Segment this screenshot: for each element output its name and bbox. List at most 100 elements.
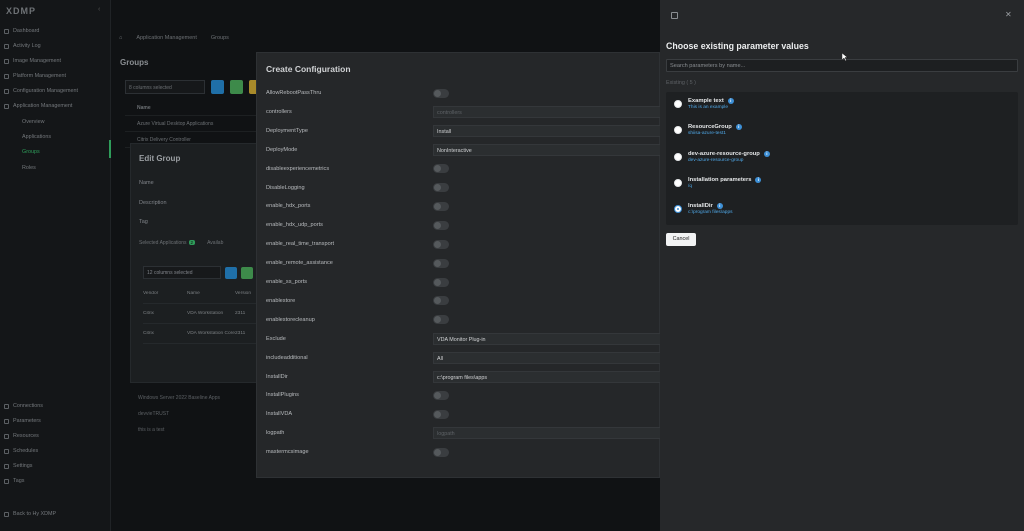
- option-name-label: dev-azure-resource-group: [688, 151, 760, 157]
- config-toggle[interactable]: [433, 390, 449, 400]
- nav-connections[interactable]: Connections: [4, 401, 43, 411]
- config-field-label: enable_hdx_ports: [266, 203, 311, 210]
- radio-button[interactable]: [674, 100, 682, 108]
- resources-icon: [4, 433, 9, 439]
- config-input[interactable]: c:\program files\apps: [433, 370, 661, 383]
- config-field-row: enablestorecleanup: [266, 314, 661, 326]
- nav-resources[interactable]: Resources: [4, 431, 39, 441]
- parameter-option[interactable]: Installation parameters i/q: [674, 177, 762, 193]
- radio-button[interactable]: [674, 179, 682, 187]
- parameter-option[interactable]: ResourceGroup i shiisa-azure-test1: [674, 124, 742, 140]
- column-header[interactable]: Vendor: [143, 291, 187, 296]
- nav-settings[interactable]: Settings: [4, 461, 32, 471]
- table-row[interactable]: Citrix VDA Workstation Core 2311: [143, 324, 257, 344]
- nav-label: Configuration Management: [13, 88, 79, 94]
- option-text: InstallDir i c:\program files\apps: [688, 203, 733, 215]
- option-name: ResourceGroup i: [688, 124, 742, 130]
- config-input[interactable]: VDA Monitor Plug-in: [433, 332, 661, 345]
- config-input[interactable]: All: [433, 351, 661, 364]
- refresh-button[interactable]: [211, 80, 224, 94]
- collapse-sidebar-icon[interactable]: ‹: [98, 6, 100, 13]
- config-input[interactable]: logpath: [433, 427, 661, 440]
- nav-application-management[interactable]: Application Management: [4, 101, 72, 111]
- radio-button[interactable]: [674, 126, 682, 134]
- config-input[interactable]: Install: [433, 124, 661, 137]
- config-input[interactable]: NonInteractive: [433, 143, 661, 156]
- nav-image-management[interactable]: Image Management: [4, 56, 61, 66]
- cancel-button[interactable]: Cancel: [666, 233, 696, 246]
- config-toggle[interactable]: [433, 88, 449, 98]
- nav-activity-log[interactable]: Activity Log: [4, 41, 41, 51]
- nav-tags[interactable]: Tags: [4, 476, 24, 486]
- nav-label: Image Management: [13, 58, 61, 64]
- nav-roles[interactable]: Roles: [22, 163, 36, 173]
- config-toggle[interactable]: [433, 409, 449, 419]
- tab-selected-applications[interactable]: Selected Applications 2: [139, 240, 196, 246]
- nav-parameters[interactable]: Parameters: [4, 416, 41, 426]
- breadcrumb-groups[interactable]: Groups: [211, 35, 229, 41]
- nav-overview[interactable]: Overview: [22, 117, 44, 127]
- nav-applications[interactable]: Applications: [22, 132, 51, 142]
- config-input[interactable]: controllers: [433, 105, 661, 118]
- config-toggle[interactable]: [433, 258, 449, 268]
- table-row[interactable]: Citrix VDA Workstation 2311: [143, 304, 257, 324]
- config-toggle[interactable]: [433, 239, 449, 249]
- nav-platform-management[interactable]: Platform Management: [4, 71, 66, 81]
- columns-select[interactable]: 8 columns selected: [125, 80, 205, 94]
- config-field-label: logpath: [266, 430, 285, 437]
- config-field-row: enable_hdx_udp_ports: [266, 219, 661, 231]
- config-field-row: enable_remote_assistance: [266, 257, 661, 269]
- list-item[interactable]: Windows Server 2022 Baseline Apps: [125, 390, 220, 406]
- home-icon[interactable]: ⌂: [119, 35, 122, 41]
- column-header[interactable]: Name: [187, 291, 235, 296]
- applications-table: Vendor Name Version Citrix VDA Workstati…: [143, 284, 257, 344]
- table-row[interactable]: Azure Virtual Desktop Applications: [125, 116, 265, 132]
- config-toggle[interactable]: [433, 277, 449, 287]
- back-link[interactable]: Back to Hy XDMP: [4, 509, 56, 519]
- radio-button[interactable]: [674, 153, 682, 161]
- nav-groups[interactable]: Groups: [22, 147, 40, 157]
- tab-available[interactable]: Availab: [207, 240, 223, 246]
- add-button[interactable]: [241, 266, 253, 279]
- nav-label: Activity Log: [13, 43, 41, 49]
- connections-icon: [4, 403, 9, 409]
- nav-dashboard[interactable]: Dashboard: [4, 26, 39, 36]
- config-field-label: enablestorecleanup: [266, 316, 315, 323]
- config-toggle[interactable]: [433, 164, 449, 174]
- radio-button[interactable]: [674, 205, 682, 213]
- parameter-option[interactable]: InstallDir i c:\program files\apps: [674, 203, 733, 219]
- info-icon[interactable]: i: [763, 151, 770, 157]
- info-icon[interactable]: i: [716, 203, 723, 209]
- config-field-label: controllers: [266, 108, 292, 115]
- grid-toolbar: 8 columns selected: [125, 80, 262, 94]
- columns-select[interactable]: 12 columns selected: [143, 266, 221, 279]
- close-icon[interactable]: ✕: [1005, 10, 1012, 19]
- option-name-label: Installation parameters: [688, 177, 752, 183]
- config-toggle[interactable]: [433, 315, 449, 325]
- config-field-row: DeployMode NonInteractive: [266, 143, 661, 156]
- breadcrumb-application-management[interactable]: Application Management: [136, 35, 197, 41]
- config-toggle[interactable]: [433, 183, 449, 192]
- config-toggle[interactable]: [433, 201, 449, 211]
- config-toggle[interactable]: [433, 220, 449, 230]
- config-field-label: DisableLogging: [266, 184, 305, 191]
- add-button[interactable]: [230, 80, 243, 94]
- config-field-row: InstallPlugins: [266, 389, 661, 401]
- info-icon[interactable]: i: [727, 98, 734, 104]
- list-item[interactable]: devvieTRUST: [125, 406, 220, 422]
- config-toggle[interactable]: [433, 296, 449, 306]
- nav-configuration-management[interactable]: Configuration Management: [4, 86, 78, 96]
- parameter-option[interactable]: dev-azure-resource-group i dev-azure-resou…: [674, 151, 770, 167]
- parameter-option[interactable]: Example text i This is an example: [674, 98, 734, 114]
- config-toggle[interactable]: [433, 447, 449, 457]
- config-field-row: logpath logpath: [266, 427, 661, 440]
- list-item[interactable]: this is a test: [125, 422, 220, 438]
- back-arrow-icon: [4, 511, 9, 517]
- refresh-button[interactable]: [225, 266, 237, 279]
- info-icon[interactable]: i: [735, 124, 742, 130]
- option-value: shiisa-azure-test1: [688, 131, 726, 136]
- nav-schedules[interactable]: Schedules: [4, 446, 38, 456]
- info-icon[interactable]: i: [755, 177, 762, 183]
- column-header[interactable]: Version: [235, 291, 257, 296]
- config-field-label: enable_ss_ports: [266, 279, 308, 285]
